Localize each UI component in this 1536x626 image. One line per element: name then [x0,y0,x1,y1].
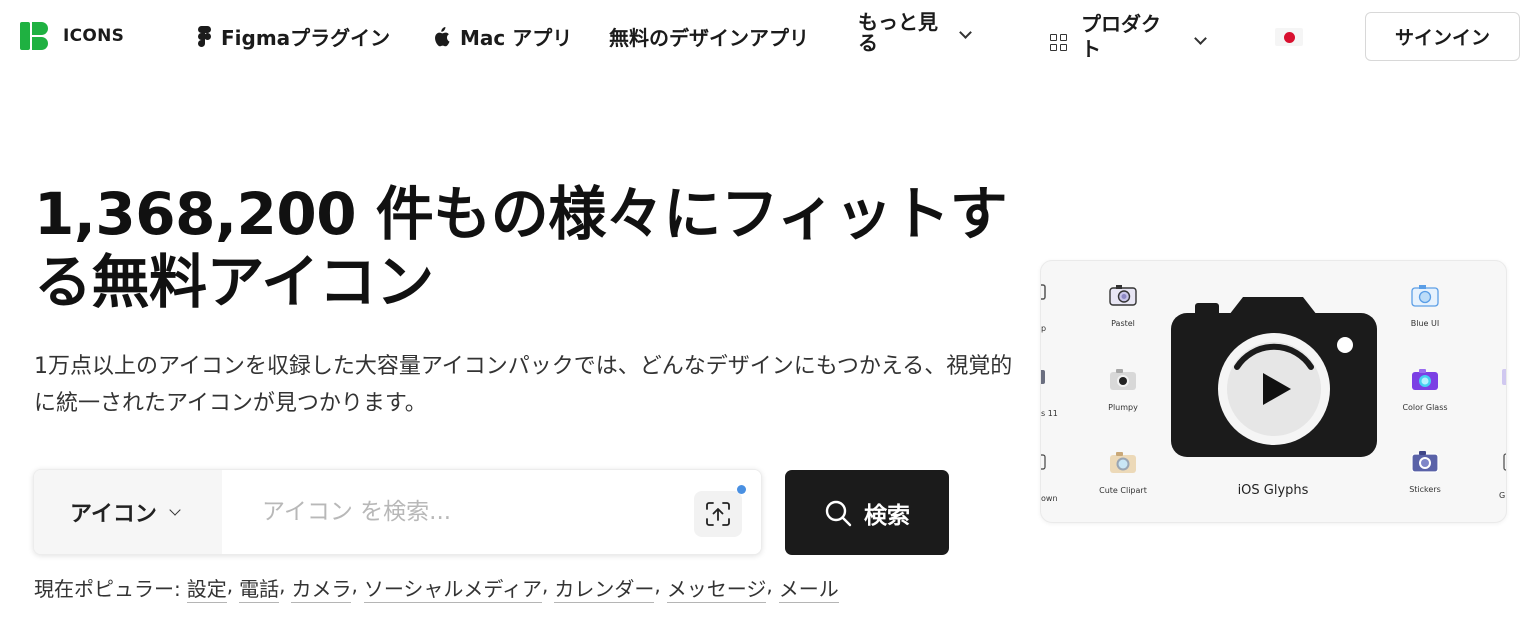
popular-tag[interactable]: カメラ [291,573,352,603]
nav-products-dropdown[interactable]: プロダクト [1050,12,1207,62]
popular-prefix: 現在ポピュラー: [34,577,181,601]
popular-tag[interactable]: メール [778,573,839,603]
search-input[interactable] [222,470,761,554]
style-item-blue-ui[interactable]: Blue UI [1380,283,1470,328]
style-label: Color Glass [1402,403,1448,412]
style-label: Blue UI [1410,319,1440,328]
search-bar: アイコン [33,469,762,555]
camera-icon [1041,370,1045,384]
camera-icon [1503,453,1506,471]
icon-style-preview-card[interactable]: p s 11 own Pastel Plumpy Cute Clipart iO… [1040,260,1507,523]
style-item-cute-clipart[interactable]: Cute Clipart [1078,450,1168,495]
nav-products-label: プロダクト [1081,12,1161,61]
popular-tag[interactable]: 電話 [239,573,280,603]
style-item-plumpy[interactable]: Plumpy [1078,367,1168,412]
nav-mac-app[interactable]: Mac アプリ [432,22,572,51]
figma-icon [198,25,211,48]
camera-icon [1412,369,1438,390]
camera-icon [1109,285,1137,306]
nav-free-design-apps[interactable]: 無料のデザインアプリ [609,22,809,51]
popular-tag[interactable]: メッセージ [666,573,767,603]
style-label: Plumpy [1108,403,1138,412]
language-flag-japan-icon[interactable] [1275,28,1303,46]
search-button-label: 検索 [864,502,910,529]
top-navigation: ICONS Figmaプラグイン Mac アプリ 無料のデザインアプリ もっと見… [0,0,1536,72]
camera-icon [1041,284,1046,300]
search-type-dropdown[interactable]: アイコン [34,470,222,554]
nav-more-dropdown[interactable]: もっと見る [858,10,972,55]
style-label: Pastel [1111,319,1135,328]
camera-icon [1502,369,1506,385]
search-button[interactable]: 検索 [785,470,949,555]
style-label-cut: p [1041,324,1047,333]
nav-figma-plugin[interactable]: Figmaプラグイン [198,22,390,51]
main-style-label: iOS Glyphs [1237,483,1309,498]
style-label-cut: own [1041,494,1058,503]
camera-icon [1110,452,1136,473]
popular-tag[interactable]: カレンダー [554,573,655,603]
nav-free-label: 無料のデザインアプリ [609,26,809,50]
camera-icon [1171,297,1377,457]
upload-icon [706,502,730,526]
style-label: Cute Clipart [1099,486,1147,495]
apple-icon [435,26,450,46]
popular-tag[interactable]: ソーシャルメディア [363,573,543,603]
style-item-pastel[interactable]: Pastel [1078,283,1168,328]
style-item-color-glass[interactable]: Color Glass [1380,367,1470,412]
chevron-down-icon [959,26,972,39]
style-label-cut: s 11 [1041,409,1058,418]
search-type-label: アイコン [70,502,157,527]
grid-icon [1050,33,1067,51]
icons8-logo-icon [20,22,48,50]
nav-figma-label: Figmaプラグイン [221,26,391,50]
notification-dot [737,485,746,494]
nav-mac-label: Mac アプリ [460,26,573,50]
style-item-stickers[interactable]: Stickers [1380,449,1470,494]
chevron-down-icon [1194,32,1207,45]
camera-icon [1110,369,1136,390]
page-subtitle: 1万点以上のアイコンを収録した大容量アイコンパックでは、どんなデザインにもつかえ… [34,354,1013,416]
camera-icon [1411,285,1439,307]
page-title: 1,368,200 件もの様々にフィットする無料アイコン [34,180,1008,316]
search-icon [825,500,852,526]
style-label-cut: Gl [1499,491,1507,500]
logo-text: ICONS [63,26,125,46]
camera-icon [1411,451,1439,473]
upload-image-search-button[interactable] [694,491,742,537]
nav-more-label: もっと見る [858,10,938,55]
style-label: Stickers [1409,485,1441,494]
popular-searches: 現在ポピュラー: 設定, 電話, カメラ, ソーシャルメディア, カレンダー, … [34,573,839,603]
chevron-down-icon [169,504,181,516]
signin-button[interactable]: サインイン [1365,12,1520,61]
site-logo[interactable]: ICONS [20,22,124,50]
camera-icon [1041,454,1046,470]
popular-tag[interactable]: 設定 [186,573,227,603]
